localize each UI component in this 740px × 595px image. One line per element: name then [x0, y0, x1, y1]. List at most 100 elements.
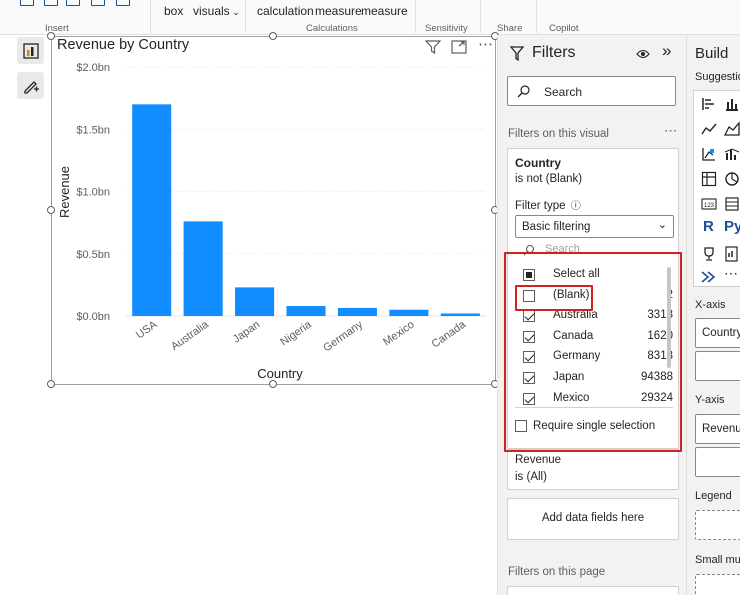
resize-handle[interactable] [47, 206, 55, 214]
report-view-button[interactable] [17, 37, 44, 64]
divider [245, 0, 246, 33]
filter-type-text: Filter type [515, 200, 566, 212]
y-tick-label: $1.0bn [76, 187, 110, 199]
bar [183, 221, 223, 316]
divider [150, 0, 151, 33]
bar-chart-plot: $0.0bn $0.5bn $1.0bn $1.5bn $2.0bn USA Austral… [57, 62, 486, 381]
divider [480, 0, 481, 33]
card-subtitle: is not (Blank) [515, 173, 583, 185]
group-label-calculations: Calculations [306, 23, 358, 34]
matrix-icon[interactable] [701, 171, 717, 187]
filter-type-dropdown[interactable]: Basic filtering ⌄ [515, 215, 674, 238]
table-icon[interactable] [724, 196, 740, 212]
x-tick-label: Canada [430, 318, 469, 350]
ribbon-icon[interactable] [66, 0, 80, 6]
filter-icon [510, 46, 524, 61]
ribbon-icon[interactable] [44, 0, 58, 6]
combo-chart-icon[interactable] [724, 146, 740, 162]
y-tick-label: $0.0bn [76, 311, 110, 323]
collapse-pane-icon[interactable]: » [662, 41, 671, 61]
x-tick-label: Japan [231, 319, 262, 346]
r-visual-icon[interactable]: R [703, 218, 714, 235]
python-visual-icon[interactable]: Py [724, 218, 740, 235]
chevron-down-icon: ⌄ [657, 219, 667, 231]
new-calculation-button[interactable]: calculation [257, 4, 314, 18]
x-tick-label: Nigeria [278, 318, 314, 348]
more-visuals-button[interactable]: visuals ⌄ [193, 4, 240, 18]
resize-handle[interactable] [269, 32, 277, 40]
bar-chart-visual[interactable]: Revenue by Country ⋯ $0.0bn $0.5bn $1.0bn $… [47, 32, 499, 388]
page-filter-card[interactable] [507, 586, 679, 595]
y-tick-label: $2.0bn [76, 62, 110, 74]
legend-label: Legend [695, 490, 732, 502]
group-label-copilot: Copilot [549, 23, 579, 34]
bar [440, 313, 480, 316]
info-icon: ⓘ [570, 201, 581, 212]
chevron-down-icon: ⌄ [229, 7, 240, 17]
filters-on-page-label: Filters on this page [508, 566, 606, 578]
xaxis-field: Country [702, 327, 740, 339]
filters-title: Filters [532, 44, 576, 61]
visual-gallery: 123 R Py ⋯ [693, 90, 740, 287]
card-title: Revenue [515, 454, 562, 466]
paginated-report-icon[interactable] [724, 246, 740, 262]
svg-text:123: 123 [704, 203, 715, 209]
resize-handle[interactable] [47, 380, 55, 388]
resize-handle[interactable] [269, 380, 277, 388]
filters-search-input[interactable]: Search [507, 76, 676, 106]
build-pane: Build Suggestion 123 R Py ⋯ X-axis Count… [686, 35, 740, 595]
x-axis-title: Country [257, 366, 303, 381]
legend-well[interactable] [695, 510, 740, 540]
power-automate-icon[interactable] [701, 269, 717, 285]
filter-type-label: Filter type ⓘ [515, 197, 581, 212]
trophy-icon[interactable] [701, 246, 717, 262]
filters-pane: Filters » Search Filters on this visual … [497, 35, 686, 595]
revenue-filter-card[interactable]: Revenue is (All) [507, 449, 679, 490]
yaxis-label: Y-axis [695, 394, 725, 406]
ribbon: box visuals ⌄ calculation measure measur… [0, 0, 740, 35]
more-options-icon[interactable]: ⋯ [664, 123, 677, 139]
pie-chart-icon[interactable] [724, 171, 740, 187]
small-multiples-well[interactable] [695, 574, 740, 595]
new-measure-button[interactable]: measure [315, 4, 362, 18]
y-axis-title: Revenue [57, 166, 72, 218]
eye-icon[interactable] [636, 48, 650, 60]
x-tick-label: Australia [169, 318, 212, 353]
ribbon-chart-icon[interactable] [701, 146, 717, 162]
bar [389, 309, 429, 316]
y-tick-label: $0.5bn [76, 249, 110, 261]
ribbon-icon[interactable] [91, 0, 105, 6]
xaxis-well[interactable]: Country [695, 318, 740, 348]
suggestions-label: Suggestion [695, 71, 740, 83]
ribbon-icon[interactable] [116, 0, 130, 6]
y-tick-label: $1.5bn [76, 124, 110, 136]
bar [132, 104, 172, 316]
format-painter-button[interactable] [17, 72, 44, 99]
ribbon-icon[interactable] [20, 0, 34, 6]
resize-handle[interactable] [47, 32, 55, 40]
bar [337, 307, 377, 316]
card-title: Country [515, 156, 561, 170]
add-data-fields-well[interactable]: Add data fields here [507, 498, 679, 540]
text-box-button[interactable]: box [164, 4, 183, 18]
stacked-column-icon[interactable] [724, 96, 740, 112]
yaxis-well[interactable]: Revenue [695, 414, 740, 444]
pencil-plus-icon [23, 80, 39, 94]
ribbon-label: visuals [193, 4, 230, 18]
line-chart-icon[interactable] [701, 121, 717, 137]
add-fields-label: Add data fields here [541, 512, 645, 524]
dropdown-value: Basic filtering [522, 221, 591, 233]
stacked-bar-icon[interactable] [701, 96, 717, 112]
group-label-share: Share [497, 23, 523, 34]
x-tick-label: Mexico [381, 319, 416, 349]
xaxis-add-well[interactable] [695, 351, 740, 381]
yaxis-add-well[interactable] [695, 447, 740, 477]
card-icon[interactable]: 123 [701, 196, 717, 212]
search-icon [517, 85, 530, 98]
divider [536, 0, 537, 33]
area-chart-icon[interactable] [724, 121, 740, 137]
small-multiples-label: Small mul [695, 554, 740, 566]
xaxis-label: X-axis [695, 299, 726, 311]
quick-measure-button[interactable]: measure [361, 4, 408, 18]
more-visuals-icon[interactable]: ⋯ [724, 265, 738, 282]
